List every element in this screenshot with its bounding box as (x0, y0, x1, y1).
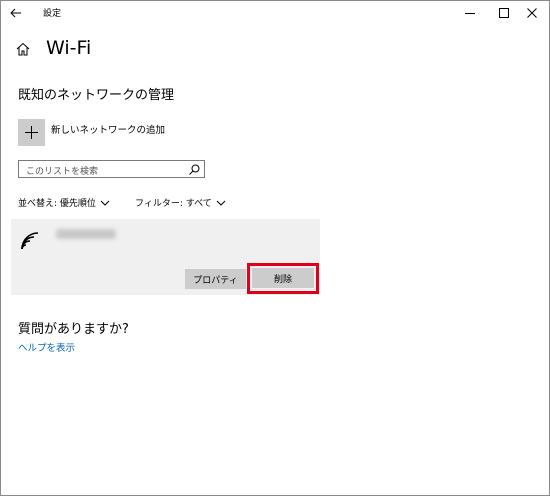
chevron-down-icon (216, 200, 226, 206)
home-icon[interactable] (16, 42, 30, 56)
search-placeholder: このリストを検索 (26, 167, 99, 177)
sort-label: 並べ替え: 優先順位 (18, 199, 96, 209)
page-title: Wi-Fi (46, 37, 92, 59)
add-network-label[interactable]: 新しいネットワークの追加 (51, 122, 165, 136)
help-link[interactable]: ヘルプを表示 (18, 340, 75, 354)
known-network-item[interactable]: プロパティ 削除 (11, 219, 320, 295)
plus-icon (25, 126, 38, 139)
back-arrow-icon (10, 8, 21, 18)
section-heading: 既知のネットワークの管理 (18, 88, 175, 103)
maximize-icon (499, 8, 509, 18)
search-input[interactable]: このリストを検索 (18, 160, 205, 178)
properties-button[interactable]: プロパティ (185, 269, 246, 289)
filter-label: フィルター: すべて (135, 199, 212, 209)
close-button[interactable] (515, 1, 549, 25)
chevron-down-icon (100, 200, 110, 206)
minimize-icon (465, 13, 475, 14)
settings-window: 設定 Wi-Fi 既知のネットワークの管理 新しいネットワークの追加 このリスト… (0, 0, 550, 496)
network-name-redacted (56, 229, 116, 239)
help-question: 質問がありますか? (18, 322, 129, 337)
title-bar: 設定 (1, 1, 549, 25)
sort-dropdown[interactable]: 並べ替え: 優先順位 (18, 196, 110, 209)
filter-dropdown[interactable]: フィルター: すべて (135, 196, 226, 209)
close-icon (527, 8, 537, 18)
search-icon[interactable] (189, 164, 200, 175)
wifi-signal-icon (21, 232, 39, 250)
delete-button[interactable]: 削除 (252, 268, 314, 288)
add-network-button[interactable] (18, 119, 45, 146)
back-button[interactable] (1, 1, 31, 25)
minimize-button[interactable] (453, 1, 487, 25)
app-title: 設定 (43, 9, 62, 19)
